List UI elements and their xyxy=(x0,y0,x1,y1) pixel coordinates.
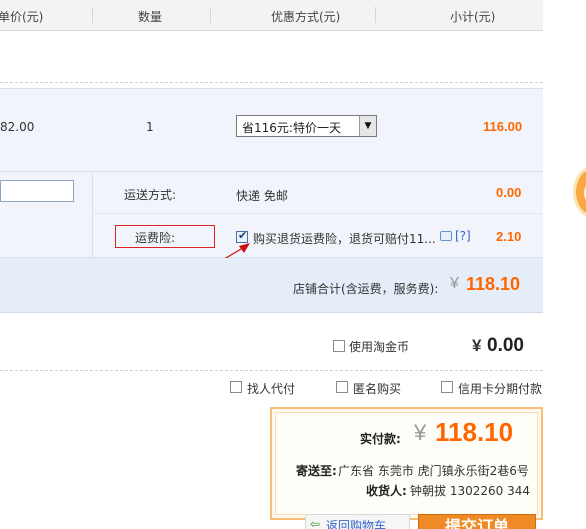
row-divider xyxy=(0,370,543,371)
shipping-method-value: 快递 免邮 xyxy=(236,189,288,203)
row-divider xyxy=(92,213,543,214)
pay-amount: 118.10 xyxy=(435,417,514,447)
header-divider xyxy=(375,7,376,23)
item-price: 82.00 xyxy=(0,120,35,134)
pay-label: 实付款: xyxy=(360,432,401,446)
proxy-pay-label: 找人代付 xyxy=(247,382,296,396)
store-total-currency: ¥ xyxy=(450,275,459,292)
item-subtotal: 116.00 xyxy=(483,119,523,134)
discount-select[interactable]: 省116元:特价一天 ▼ xyxy=(236,115,377,137)
ship-to-value: 广东省 东莞市 虎门镇永乐街2巷6号 xyxy=(338,464,529,478)
header-price: 单价(元) xyxy=(0,10,44,24)
installment-label: 信用卡分期付款 xyxy=(458,382,543,396)
anonymous-label: 匿名购买 xyxy=(353,382,402,396)
shipping-method-label: 运送方式: xyxy=(124,188,177,202)
submit-order-button[interactable]: 提交订单 xyxy=(418,514,536,529)
discount-selected-value: 省116元:特价一天 xyxy=(242,121,341,135)
receiver-value: 钟朝拔 1302260 344 xyxy=(410,484,530,498)
taojinbi-currency: ¥ xyxy=(472,336,482,355)
taojinbi-amount: 0.00 xyxy=(487,335,524,356)
header-divider xyxy=(210,7,211,23)
column-divider xyxy=(92,172,93,258)
store-total-panel xyxy=(0,258,543,313)
message-input[interactable] xyxy=(0,180,74,202)
ship-to-label: 寄送至: xyxy=(296,464,337,478)
table-header: 单价(元) 数量 优惠方式(元) 小计(元) xyxy=(0,0,543,31)
pay-currency: ¥ xyxy=(414,420,427,445)
back-to-cart-button[interactable]: ⇦ 返回购物车 xyxy=(305,514,410,529)
item-qty: 1 xyxy=(146,120,154,134)
receiver-label: 收货人: xyxy=(366,484,407,498)
header-qty: 数量 xyxy=(138,10,163,24)
shipping-fee: 0.00 xyxy=(496,185,522,200)
proxy-pay-checkbox[interactable] xyxy=(230,381,242,393)
taojinbi-label: 使用淘金币 xyxy=(349,340,410,354)
header-subtotal: 小计(元) xyxy=(450,10,496,24)
store-total-amount: 118.10 xyxy=(466,274,521,294)
store-total-label: 店铺合计(含运费，服务费): xyxy=(293,282,439,296)
anonymous-checkbox[interactable] xyxy=(336,381,348,393)
header-discount: 优惠方式(元) xyxy=(271,10,341,24)
taojinbi-checkbox[interactable] xyxy=(333,340,345,352)
installment-checkbox[interactable] xyxy=(441,381,453,393)
chat-icon[interactable] xyxy=(440,231,452,241)
cart-icon: ⇦ xyxy=(310,517,321,529)
row-divider xyxy=(0,82,543,83)
chevron-down-icon[interactable]: ▼ xyxy=(359,116,376,136)
insurance-help-link[interactable]: [?] xyxy=(455,229,471,243)
header-divider xyxy=(92,7,93,23)
insurance-fee: 2.10 xyxy=(496,229,522,244)
back-to-cart-label: 返回购物车 xyxy=(326,519,387,529)
floating-badge-icon[interactable] xyxy=(573,166,586,218)
insurance-text: 购买退货运费险，退货可赔付11... xyxy=(253,232,436,246)
